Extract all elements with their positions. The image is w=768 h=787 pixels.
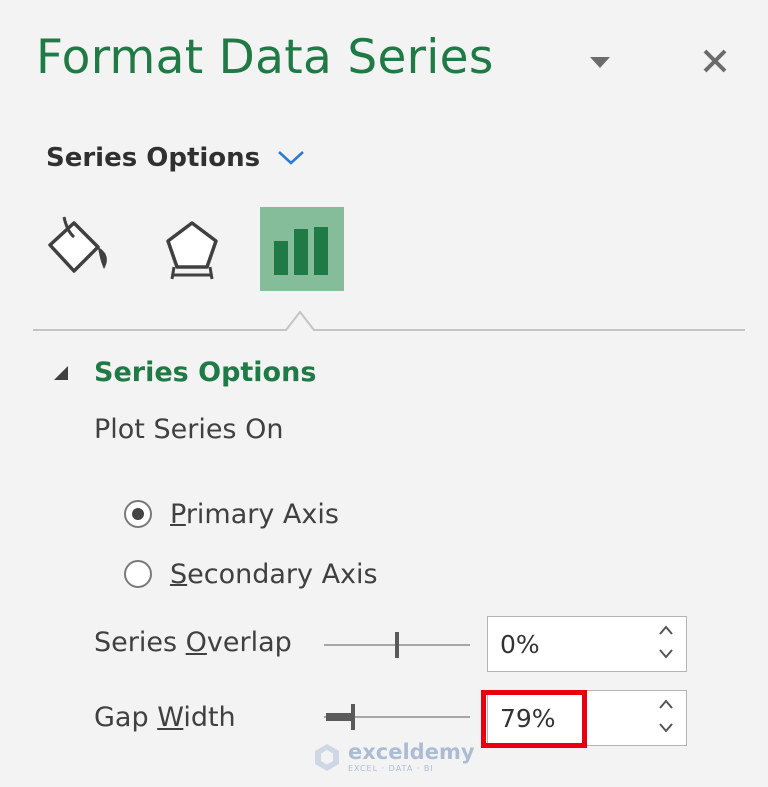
series-overlap-slider[interactable] bbox=[324, 630, 470, 660]
series-overlap-spinbox bbox=[487, 616, 687, 672]
fill-line-icon bbox=[48, 216, 107, 273]
collapse-triangle-icon bbox=[54, 366, 68, 380]
effects-icon bbox=[166, 221, 218, 280]
tab-effects[interactable] bbox=[150, 207, 234, 291]
spin-down-icon[interactable] bbox=[656, 721, 676, 735]
primary-axis-radio[interactable]: Primary Axis bbox=[124, 494, 339, 534]
pane-title: Format Data Series bbox=[36, 30, 494, 85]
watermark-name: exceldemy bbox=[348, 739, 475, 764]
plot-series-on-label: Plot Series On bbox=[94, 414, 284, 445]
close-icon[interactable] bbox=[700, 46, 730, 76]
task-pane-options-icon[interactable] bbox=[588, 54, 612, 70]
spin-up-icon[interactable] bbox=[656, 623, 676, 637]
tab-fill-line[interactable] bbox=[42, 207, 126, 291]
category-label: Series Options bbox=[46, 143, 261, 173]
gap-width-slider[interactable] bbox=[324, 702, 470, 732]
radio-button-unchecked[interactable] bbox=[124, 560, 152, 588]
series-options-icon bbox=[274, 227, 328, 275]
chevron-down-icon bbox=[278, 151, 305, 165]
watermark: exceldemy EXCEL · DATA · BI bbox=[312, 740, 475, 774]
series-overlap-label: Series Overlap bbox=[94, 627, 292, 658]
series-options-dropdown[interactable]: Series Options bbox=[46, 138, 306, 178]
radio-button-checked[interactable] bbox=[124, 500, 152, 528]
secondary-axis-radio[interactable]: Secondary Axis bbox=[124, 554, 378, 594]
tab-series-options[interactable] bbox=[260, 207, 344, 291]
primary-axis-label: Primary Axis bbox=[170, 498, 339, 530]
spin-up-icon[interactable] bbox=[656, 697, 676, 711]
spin-down-icon[interactable] bbox=[656, 647, 676, 661]
highlight-box bbox=[481, 690, 587, 748]
gap-width-label: Gap Width bbox=[94, 702, 236, 733]
exceldemy-logo-icon bbox=[315, 744, 339, 771]
series-overlap-input[interactable] bbox=[500, 627, 640, 661]
slider-thumb[interactable] bbox=[351, 704, 355, 730]
series-options-section-header[interactable]: Series Options bbox=[50, 352, 316, 392]
watermark-tagline: EXCEL · DATA · BI bbox=[348, 763, 434, 773]
slider-thumb[interactable] bbox=[395, 632, 399, 658]
format-data-series-pane: Format Data Series Series Options Series… bbox=[0, 0, 768, 787]
secondary-axis-label: Secondary Axis bbox=[170, 558, 378, 590]
tab-divider bbox=[33, 310, 745, 331]
section-title: Series Options bbox=[94, 356, 317, 388]
